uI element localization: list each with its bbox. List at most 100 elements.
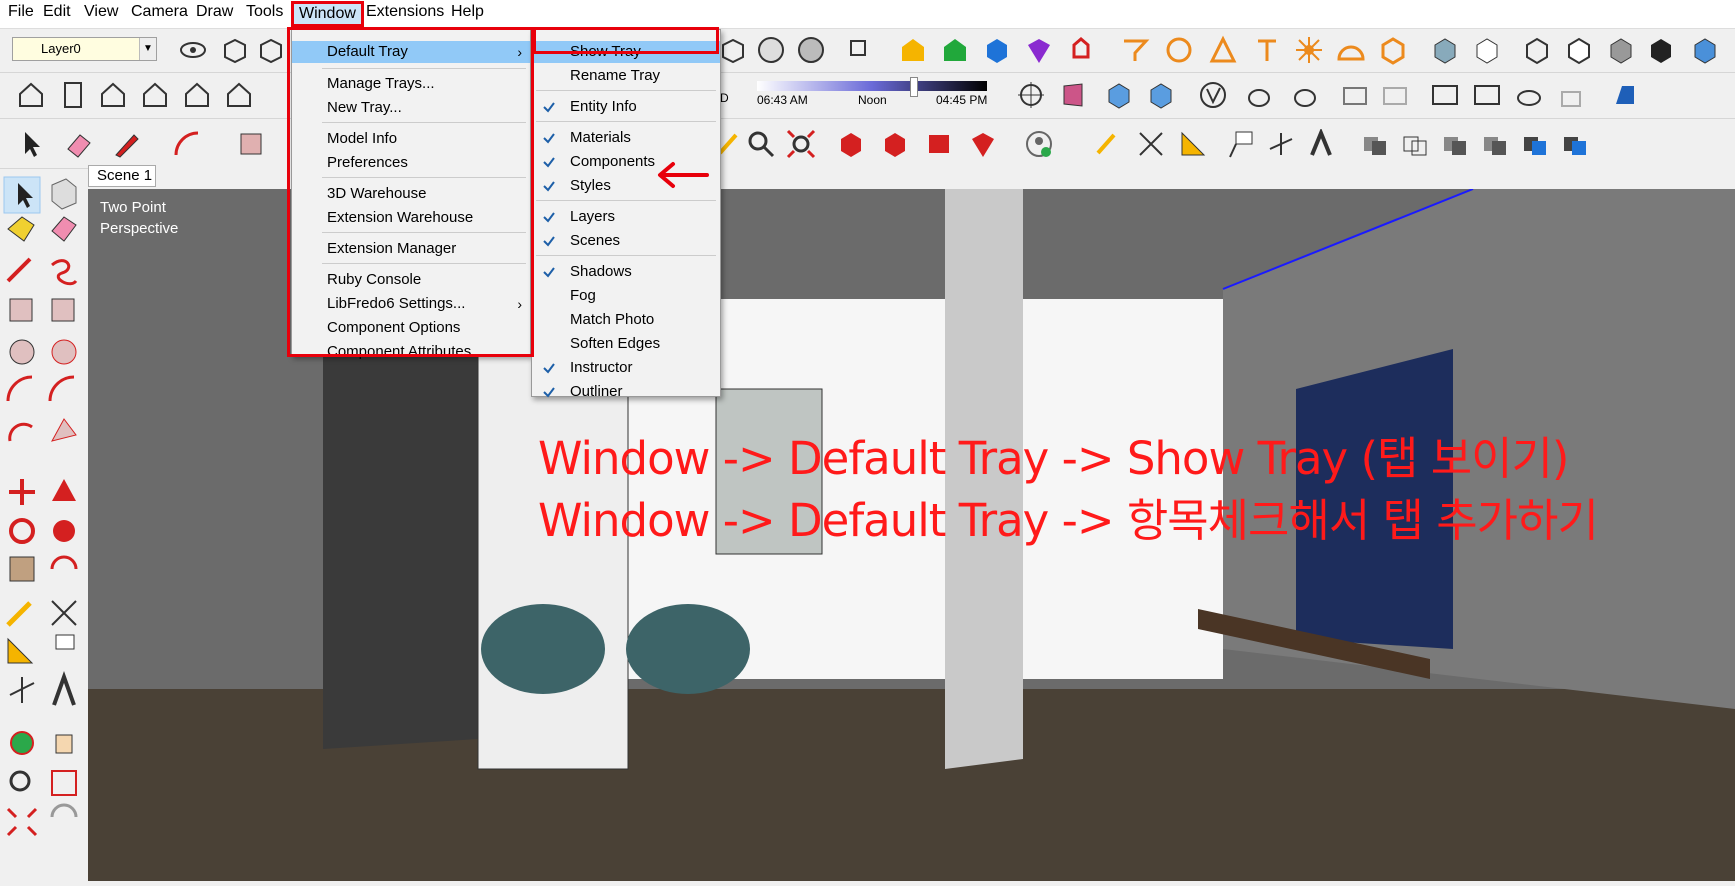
menu-item-libfredo6-settings[interactable]: LibFredo6 Settings... › (292, 293, 530, 315)
sphere-checker-icon[interactable] (796, 35, 826, 65)
section-cut-icon[interactable] (1146, 80, 1176, 110)
menu-item-materials[interactable]: Materials (532, 127, 720, 149)
paint-bucket-icon[interactable] (7, 216, 35, 242)
zoom-window-icon[interactable] (51, 770, 77, 796)
scale-icon[interactable] (9, 556, 35, 582)
menu-item-component-options[interactable]: Component Options (292, 317, 530, 339)
sphere-grid-icon[interactable] (756, 35, 786, 65)
tape-left-icon[interactable] (6, 601, 32, 627)
blue-shape-icon[interactable] (1610, 80, 1640, 110)
shadow-time-thumb[interactable] (910, 77, 918, 97)
line-tool-icon[interactable] (6, 257, 32, 283)
menu-item-manage-trays[interactable]: Manage Trays... (292, 73, 530, 95)
back-view-icon[interactable] (182, 80, 212, 110)
dimension-left-icon[interactable] (51, 600, 77, 626)
axes-icon[interactable] (1016, 80, 1046, 110)
arc-3pt-icon[interactable] (8, 422, 33, 442)
orange-tool-3-icon[interactable] (1208, 35, 1238, 65)
push-pull-icon[interactable] (52, 479, 76, 501)
solid-tool-6-icon[interactable] (1560, 129, 1590, 159)
move-icon[interactable] (9, 479, 35, 505)
orange-tool-5-icon[interactable] (1294, 35, 1324, 65)
rectangle-icon[interactable] (236, 129, 266, 159)
menu-view[interactable]: View (84, 3, 118, 21)
polygon-icon[interactable] (51, 339, 77, 365)
menu-item-shadows[interactable]: Shadows (532, 261, 720, 283)
3d-text-icon[interactable] (1306, 127, 1336, 159)
solid-tool-3-icon[interactable] (1440, 129, 1470, 159)
text-left-icon[interactable] (55, 634, 75, 650)
solid-tool-5-icon[interactable] (1520, 129, 1550, 159)
menu-item-extension-manager[interactable]: Extension Manager (292, 238, 530, 260)
style-3-icon[interactable] (1522, 35, 1552, 65)
dimension-icon[interactable] (1136, 129, 1166, 159)
menu-item-new-tray[interactable]: New Tray... (292, 97, 530, 119)
style-6-icon[interactable] (1646, 35, 1676, 65)
tape-measure-icon[interactable] (1094, 129, 1124, 159)
warehouse-yellow-icon[interactable] (898, 35, 928, 65)
orbit-icon[interactable] (10, 731, 34, 755)
rectangle-left-icon[interactable] (9, 298, 33, 322)
orange-tool-4-icon[interactable] (1252, 35, 1282, 65)
menu-item-show-tray[interactable]: Show Tray (532, 41, 720, 63)
eraser-icon[interactable] (64, 129, 94, 159)
solid-tool-2-icon[interactable] (1400, 129, 1430, 159)
orange-tool-2-icon[interactable] (1164, 35, 1194, 65)
menu-item-default-tray[interactable]: Default Tray › (292, 41, 530, 63)
menu-window[interactable]: Window (291, 1, 364, 27)
style-5-icon[interactable] (1606, 35, 1636, 65)
frame-buffer-icon[interactable] (1380, 80, 1410, 110)
menu-tools[interactable]: Tools (246, 3, 283, 21)
section-display-icon[interactable] (1104, 80, 1134, 110)
undo-red-icon[interactable] (1066, 35, 1096, 65)
home-view-icon[interactable] (98, 80, 128, 110)
solid-tool-1-icon[interactable] (1360, 129, 1390, 159)
chevron-down-icon[interactable]: ▼ (139, 38, 156, 60)
style-7-icon[interactable] (1690, 35, 1720, 65)
scene-tab[interactable]: Scene 1 (88, 165, 156, 187)
style-1-icon[interactable] (1430, 35, 1460, 65)
menu-item-component-attributes[interactable]: Component Attributes (292, 341, 530, 363)
cloud-render-icon[interactable] (1514, 80, 1544, 110)
axes-tool-icon[interactable] (1266, 129, 1296, 159)
orange-tool-7-icon[interactable] (1378, 35, 1408, 65)
ruby-gem-icon[interactable] (968, 129, 998, 159)
solid-tool-4-icon[interactable] (1480, 129, 1510, 159)
window-teapot-icon[interactable] (1472, 80, 1502, 110)
side-view-icon[interactable] (224, 80, 254, 110)
vray-icon[interactable] (1198, 80, 1228, 110)
menu-item-preferences[interactable]: Preferences (292, 152, 530, 174)
cube-blue-icon[interactable] (982, 35, 1012, 65)
protractor-left-icon[interactable] (7, 637, 34, 664)
zoom-icon[interactable] (746, 129, 776, 159)
make-component-icon[interactable] (51, 178, 77, 210)
orange-tool-1-icon[interactable] (1120, 35, 1150, 65)
3d-text-left-icon[interactable] (52, 671, 76, 706)
menu-item-match-photo[interactable]: Match Photo (532, 309, 720, 331)
pan-hand-icon[interactable] (55, 734, 73, 754)
menu-item-fog[interactable]: Fog (532, 285, 720, 307)
window-icon[interactable] (1430, 80, 1460, 110)
layer-visibility-icon[interactable] (178, 35, 208, 65)
arc-icon[interactable] (172, 129, 202, 159)
component-click-icon[interactable] (846, 35, 876, 65)
text-label-icon[interactable] (1226, 129, 1256, 159)
offset-icon[interactable] (50, 555, 78, 570)
zoom-extents-left-icon[interactable] (6, 807, 38, 837)
protractor-icon[interactable] (1178, 129, 1208, 159)
user-check-icon[interactable] (1024, 129, 1054, 159)
rotated-rectangle-icon[interactable] (51, 298, 75, 322)
lock-icon[interactable] (1556, 80, 1586, 110)
menu-item-extension-warehouse[interactable]: Extension Warehouse (292, 207, 530, 229)
box-icon-3[interactable] (718, 35, 748, 65)
menu-extensions[interactable]: Extensions (366, 3, 444, 21)
menu-item-layers[interactable]: Layers (532, 206, 720, 228)
layer-select[interactable]: Layer0 ▼ (12, 37, 157, 61)
menu-item-ruby-console[interactable]: Ruby Console (292, 269, 530, 291)
zoom-extents-icon[interactable] (786, 129, 816, 159)
house-icon[interactable] (16, 80, 46, 110)
box-icon-2[interactable] (256, 35, 286, 65)
menu-item-3d-warehouse[interactable]: 3D Warehouse (292, 183, 530, 205)
teapot-click-icon[interactable] (1290, 80, 1320, 110)
render-settings-icon[interactable] (1340, 80, 1370, 110)
